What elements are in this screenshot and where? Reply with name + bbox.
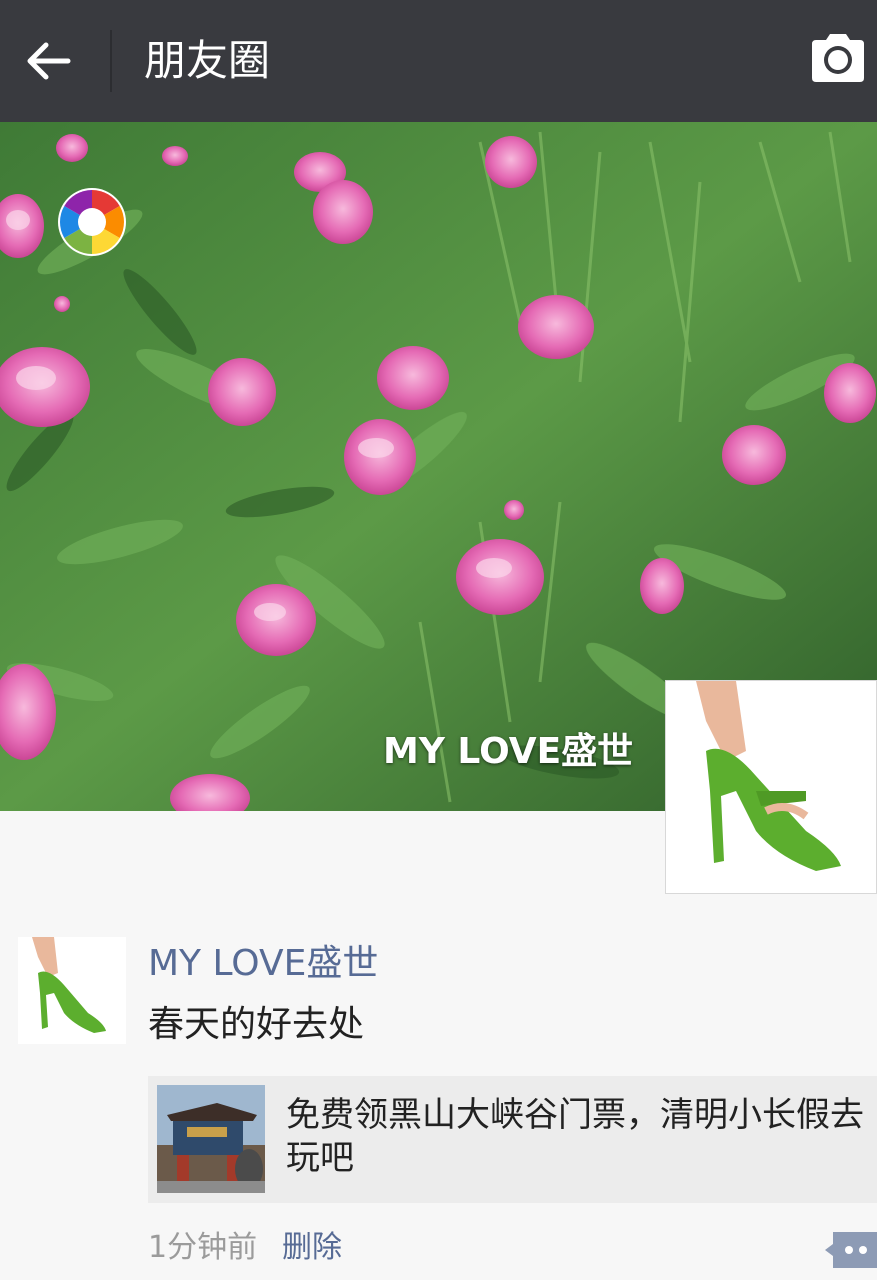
post-author-avatar[interactable] bbox=[18, 937, 126, 1044]
delete-button[interactable]: 删除 bbox=[282, 1226, 342, 1270]
back-button[interactable] bbox=[18, 30, 80, 92]
top-bar: 朋友圈 bbox=[0, 0, 877, 122]
camera-icon bbox=[812, 34, 864, 82]
arrow-left-icon bbox=[27, 42, 71, 80]
post-text: 春天的好去处 bbox=[148, 1004, 365, 1045]
post-author-name[interactable]: MY LOVE盛世 bbox=[148, 938, 378, 990]
post-timestamp: 1分钟前 bbox=[148, 1230, 258, 1265]
high-heel-shoe-image bbox=[18, 937, 126, 1044]
link-thumbnail bbox=[157, 1085, 265, 1193]
high-heel-shoe-image bbox=[666, 681, 876, 893]
camera-shutter-aperture-icon bbox=[58, 188, 126, 256]
page-title: 朋友圈 bbox=[144, 36, 271, 85]
owner-avatar[interactable] bbox=[665, 680, 877, 894]
comment-button[interactable] bbox=[823, 1228, 877, 1272]
temple-gate-image bbox=[157, 1085, 265, 1193]
more-dots-icon bbox=[825, 1232, 877, 1268]
link-title: 免费领黑山大峡谷门票，清明小长假去玩吧 bbox=[286, 1095, 864, 1178]
camera-button[interactable] bbox=[808, 32, 870, 88]
shared-link-card[interactable]: 免费领黑山大峡谷门票，清明小长假去玩吧 bbox=[148, 1076, 877, 1203]
header-divider bbox=[110, 30, 112, 92]
cover-owner-name[interactable]: MY LOVE盛世 bbox=[383, 727, 633, 777]
